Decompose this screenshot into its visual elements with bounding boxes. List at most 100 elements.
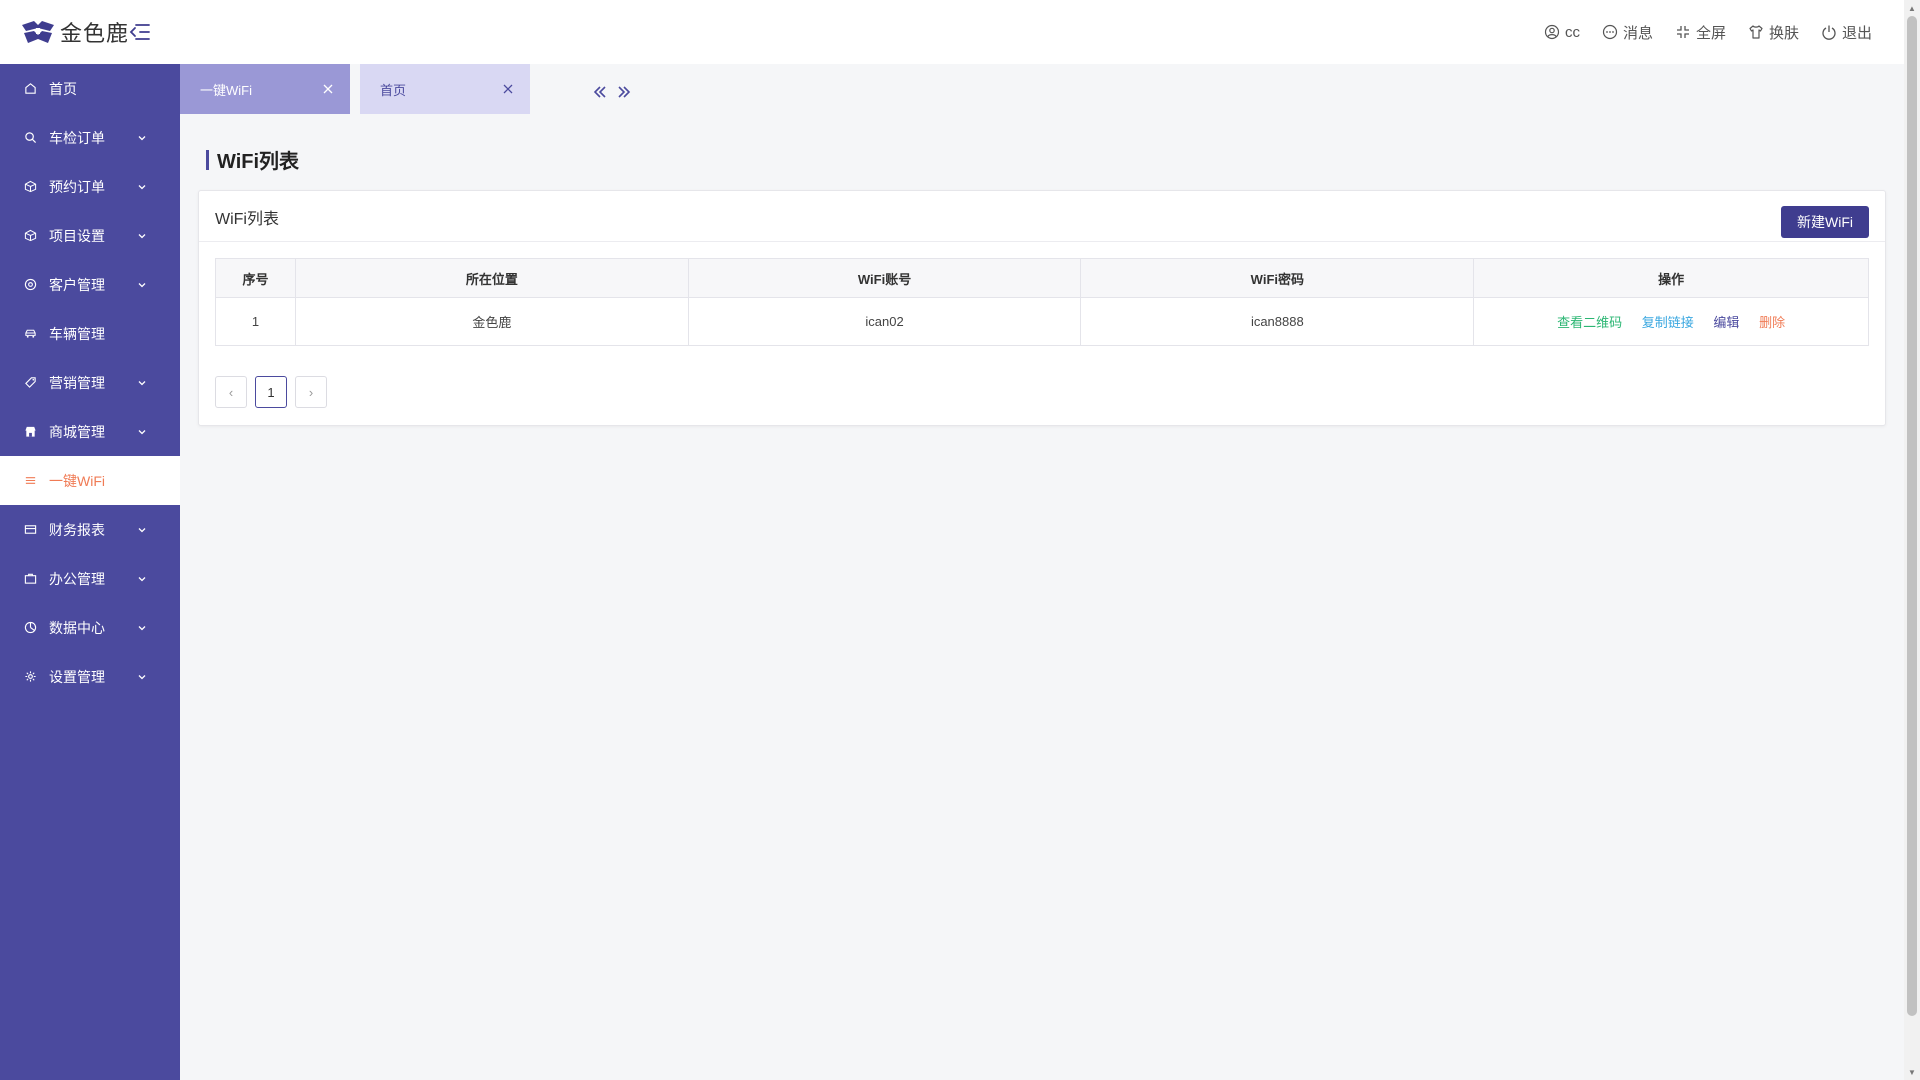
brand-name: 金色鹿 xyxy=(60,22,130,47)
home-icon xyxy=(25,83,36,94)
cell-actions: 查看二维码 复制链接 编辑 删除 xyxy=(1473,297,1869,346)
messages-button[interactable]: 消息 xyxy=(1602,22,1653,43)
page-title: WiFi列表 xyxy=(206,145,299,174)
menu-collapse-icon[interactable] xyxy=(128,20,152,44)
column-header-location: 所在位置 xyxy=(294,258,689,298)
user-menu[interactable]: cc xyxy=(1544,24,1580,41)
new-wifi-button[interactable]: 新建WiFi xyxy=(1781,206,1869,238)
title-accent-bar xyxy=(206,149,209,170)
page-scrollbar[interactable]: ▲ ▼ xyxy=(1904,0,1920,1080)
pagination-page-1[interactable]: 1 xyxy=(255,376,287,408)
sidebar-item-label: 数据中心 xyxy=(49,619,105,636)
sidebar-item-label: 一键WiFi xyxy=(49,472,105,489)
column-header-index: 序号 xyxy=(215,258,296,298)
deer-logo-icon xyxy=(22,21,54,43)
shirt-icon xyxy=(1749,25,1763,39)
chevron-down-icon xyxy=(138,136,146,141)
tab-scroll-left-button[interactable] xyxy=(588,82,612,102)
sidebar-item-shop-management[interactable]: 商城管理 xyxy=(0,407,180,456)
sidebar-item-booking-orders[interactable]: 预约订单 xyxy=(0,162,180,211)
sidebar-item-home[interactable]: 首页 xyxy=(0,64,180,113)
sidebar-item-label: 预约订单 xyxy=(49,178,105,195)
pagination-prev-button[interactable]: ‹ xyxy=(215,376,247,408)
wifi-list-card: WiFi列表 新建WiFi 序号 所在位置 WiFi账号 WiFi密码 操作 1… xyxy=(198,190,1886,426)
chevron-down-icon xyxy=(138,430,146,435)
fullscreen-button[interactable]: 全屏 xyxy=(1675,22,1726,43)
sidebar-item-label: 商城管理 xyxy=(49,423,105,440)
tab-scroll-right-button[interactable] xyxy=(612,82,636,102)
sidebar-item-customer-management[interactable]: 客户管理 xyxy=(0,260,180,309)
fullscreen-icon xyxy=(1676,26,1689,38)
close-icon[interactable] xyxy=(322,83,334,95)
page-title-text: WiFi列表 xyxy=(217,151,300,173)
sidebar-item-label: 办公管理 xyxy=(49,570,105,587)
sidebar-item-marketing-management[interactable]: 营销管理 xyxy=(0,358,180,407)
sidebar-item-vehicle-management[interactable]: 车辆管理 xyxy=(0,309,180,358)
chevron-down-icon xyxy=(138,234,146,239)
logout-label: 退出 xyxy=(1841,24,1872,42)
sidebar-item-label: 设置管理 xyxy=(49,668,105,685)
logout-button[interactable]: 退出 xyxy=(1821,22,1872,43)
cell-password: ican8888 xyxy=(1080,297,1475,346)
car-icon xyxy=(25,329,36,338)
skin-label: 换肤 xyxy=(1768,24,1799,42)
table-row: 1 金色鹿 ican02 ican8888 查看二维码 复制链接 编辑 删除 xyxy=(215,297,1869,346)
shop-icon xyxy=(25,426,36,437)
sidebar-item-finance-reports[interactable]: 财务报表 xyxy=(0,505,180,554)
table-header-row: 序号 所在位置 WiFi账号 WiFi密码 操作 xyxy=(215,258,1869,298)
view-qr-code-link[interactable]: 查看二维码 xyxy=(1557,315,1622,330)
delete-link[interactable]: 删除 xyxy=(1759,315,1785,330)
gear-icon xyxy=(25,671,36,682)
fullscreen-label: 全屏 xyxy=(1695,24,1726,42)
copy-link-link[interactable]: 复制链接 xyxy=(1642,315,1694,330)
double-chevron-right-icon xyxy=(618,86,631,98)
cube-icon xyxy=(24,229,37,242)
brand-logo[interactable]: 金色鹿 xyxy=(20,18,130,47)
tab-label: 一键WiFi xyxy=(200,82,252,98)
sidebar-item-inspection-orders[interactable]: 车检订单 xyxy=(0,113,180,162)
skin-button[interactable]: 换肤 xyxy=(1748,22,1799,43)
card-header: WiFi列表 新建WiFi xyxy=(199,191,1885,242)
sidebar-item-label: 首页 xyxy=(49,80,77,97)
tab-home[interactable]: 首页 xyxy=(360,64,530,114)
cell-index: 1 xyxy=(215,297,296,346)
card-icon xyxy=(24,525,37,534)
chevron-down-icon xyxy=(138,577,146,582)
sidebar-item-data-center[interactable]: 数据中心 xyxy=(0,603,180,652)
scrollbar-thumb[interactable] xyxy=(1907,16,1917,1016)
pagination-next-button[interactable]: › xyxy=(295,376,327,408)
sidebar-item-label: 车辆管理 xyxy=(49,325,105,342)
cube-icon xyxy=(24,180,37,193)
user-name: cc xyxy=(1564,23,1580,41)
sidebar-item-one-click-wifi[interactable]: 一键WiFi xyxy=(0,456,180,505)
tab-bar: 一键WiFi 首页 xyxy=(180,64,530,114)
sidebar: 首页 车检订单 预约订单 项目设置 客户管理 车辆管理 营销管理 商城管理 一键… xyxy=(0,64,180,1080)
card-title: WiFi列表 xyxy=(215,211,279,228)
tab-label: 首页 xyxy=(380,82,407,98)
sidebar-item-office-management[interactable]: 办公管理 xyxy=(0,554,180,603)
chevron-down-icon xyxy=(138,675,146,680)
column-header-actions: 操作 xyxy=(1473,258,1869,298)
list-icon xyxy=(25,477,36,484)
tab-scroll-controls xyxy=(588,82,636,102)
sidebar-item-label: 财务报表 xyxy=(49,521,105,538)
sidebar-item-label: 车检订单 xyxy=(49,129,105,146)
scroll-up-arrow-icon[interactable]: ▲ xyxy=(1904,0,1920,16)
double-chevron-left-icon xyxy=(593,86,606,98)
search-icon xyxy=(25,132,37,144)
top-header: 金色鹿 cc 消息 全屏 换肤 退出 xyxy=(0,0,1904,64)
sidebar-item-project-settings[interactable]: 项目设置 xyxy=(0,211,180,260)
close-icon[interactable] xyxy=(502,83,514,95)
cell-account: ican02 xyxy=(687,297,1082,346)
messages-label: 消息 xyxy=(1622,24,1653,42)
sidebar-item-label: 客户管理 xyxy=(49,276,105,293)
sidebar-item-settings-management[interactable]: 设置管理 xyxy=(0,652,180,701)
column-header-account: WiFi账号 xyxy=(687,258,1082,298)
user-icon xyxy=(1544,24,1560,40)
chevron-down-icon xyxy=(138,528,146,533)
edit-link[interactable]: 编辑 xyxy=(1713,315,1739,330)
scroll-down-arrow-icon[interactable]: ▼ xyxy=(1904,1064,1920,1080)
tab-one-click-wifi[interactable]: 一键WiFi xyxy=(180,64,350,114)
chevron-down-icon xyxy=(138,185,146,190)
message-icon xyxy=(1602,24,1618,40)
